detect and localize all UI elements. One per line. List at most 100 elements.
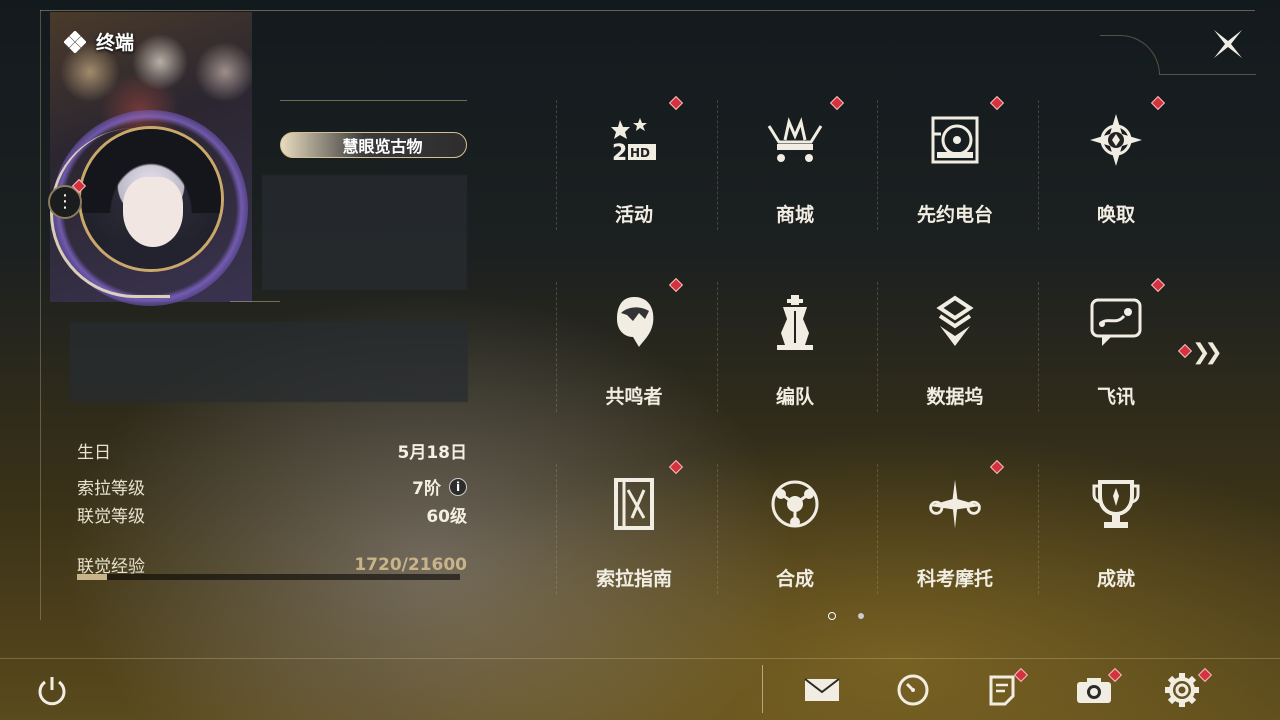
motorbike-icon — [925, 474, 985, 534]
more-vertical-icon: ⋮ — [56, 191, 74, 212]
menu-item-label: 合成 — [775, 568, 814, 590]
close-button[interactable] — [1208, 24, 1248, 64]
menu-item-label: 活动 — [614, 204, 653, 226]
divider — [280, 100, 467, 101]
notes-button[interactable] — [980, 667, 1029, 712]
menu-item-badge — [668, 95, 684, 111]
achievement-trophy-icon — [1086, 474, 1146, 534]
union-exp-fill — [77, 574, 108, 580]
mail-icon — [804, 678, 840, 701]
menu-item-shop-cart[interactable]: 商城 — [717, 95, 855, 240]
radio-icon — [925, 110, 985, 170]
sola-level-value: 7阶 — [412, 479, 441, 499]
menu-item-label: 共鸣者 — [605, 386, 663, 408]
menu-item-label: 飞讯 — [1096, 386, 1135, 408]
menu-item-label: 科考摩托 — [916, 568, 993, 590]
union-exp-bar — [77, 574, 460, 580]
terminal-diamond-icon — [64, 30, 86, 53]
page-indicator — [828, 612, 864, 620]
menu-item-label: 唤取 — [1096, 204, 1135, 226]
menu-item-divider — [717, 282, 718, 412]
avatar[interactable] — [78, 126, 224, 272]
menu-item-guidebook[interactable]: 索拉指南 — [556, 459, 694, 604]
avatar-hair — [81, 129, 221, 213]
divider — [230, 301, 280, 302]
info-icon[interactable]: i — [449, 477, 467, 496]
menu-item-divider — [1038, 464, 1039, 594]
menu-item-motorbike[interactable]: 科考摩托 — [877, 459, 1015, 604]
frame-left-line — [40, 10, 41, 620]
menu-item-data-bank[interactable]: 数据坞 — [877, 282, 1015, 422]
gear-icon — [1165, 673, 1199, 707]
union-level-value: 60级 — [426, 507, 467, 527]
frame-top-line — [40, 10, 1255, 11]
menu-item-divider — [556, 464, 557, 594]
menu-item-team[interactable]: 编队 — [717, 282, 855, 422]
svg-text:HD: HD — [630, 146, 650, 160]
menu-item-divider — [877, 100, 878, 230]
settings-badge — [1197, 667, 1213, 683]
camera-button[interactable] — [1072, 667, 1123, 712]
title-chip[interactable]: 慧眼览古物 — [280, 132, 467, 158]
frame-right-line — [1160, 74, 1256, 75]
notes-icon — [989, 675, 1015, 706]
menu-item-label: 先约电台 — [916, 204, 993, 226]
power-icon — [38, 677, 66, 706]
menu-item-divider — [877, 282, 878, 412]
power-button[interactable] — [30, 668, 74, 712]
stat-union-level: 联觉等级 60级 — [77, 502, 467, 527]
message-icon — [1086, 292, 1146, 352]
menu-item-label: 成就 — [1096, 568, 1135, 590]
clock-icon — [897, 674, 929, 706]
stat-sola-level: 索拉等级 7阶 i — [77, 474, 467, 499]
menu-item-badge — [668, 459, 684, 475]
menu-item-label: 编队 — [775, 386, 814, 408]
resonator-icon — [604, 292, 664, 352]
sola-level-value-group: 7阶 i — [412, 474, 467, 499]
birthday-label: 生日 — [77, 443, 111, 463]
data-bank-icon — [925, 292, 985, 352]
menu-item-badge — [668, 277, 684, 293]
menu-item-message[interactable]: 飞讯 — [1038, 277, 1176, 422]
bottom-bar-separator — [762, 665, 763, 713]
page-dot[interactable] — [858, 613, 864, 619]
clock-button[interactable] — [891, 668, 935, 712]
menu-item-divider — [1038, 100, 1039, 230]
menu-item-divider — [877, 464, 878, 594]
camera-icon — [1077, 678, 1111, 703]
shop-cart-icon — [765, 110, 825, 170]
menu-item-event-2hd[interactable]: 2 HD 活动 — [556, 95, 694, 240]
menu-item-badge — [989, 459, 1005, 475]
title-chip-label: 慧眼览古物 — [342, 137, 423, 156]
menu-item-convene[interactable]: 唤取 — [1038, 95, 1176, 240]
blurred-name-area — [262, 175, 467, 290]
menu-item-divider — [1038, 282, 1039, 412]
terminal-header: 终端 — [64, 28, 134, 55]
menu-item-resonator[interactable]: 共鸣者 — [556, 277, 694, 422]
page-dot-active[interactable] — [828, 612, 836, 620]
menu-item-achievement-trophy[interactable]: 成就 — [1038, 464, 1176, 604]
close-icon — [1214, 30, 1242, 58]
convene-icon — [1086, 110, 1146, 170]
mail-button[interactable] — [800, 668, 844, 712]
menu-item-divider — [556, 100, 557, 230]
next-page-badge — [1177, 343, 1193, 359]
settings-button[interactable] — [1160, 667, 1213, 712]
double-chevron-right-icon: ❯❯ — [1192, 340, 1223, 365]
synthesis-icon — [765, 474, 825, 534]
stat-birthday: 生日 5月18日 — [77, 438, 467, 463]
menu-item-divider — [717, 100, 718, 230]
menu-item-badge — [829, 95, 845, 111]
menu-item-label: 索拉指南 — [595, 568, 672, 590]
menu-item-badge — [989, 95, 1005, 111]
sola-level-label: 索拉等级 — [77, 479, 145, 499]
event-2hd-icon: 2 HD — [604, 110, 664, 170]
menu-item-synthesis[interactable]: 合成 — [717, 464, 855, 604]
next-page-button[interactable]: ❯❯ — [1177, 340, 1223, 365]
menu-item-radio[interactable]: 先约电台 — [877, 95, 1015, 240]
menu-item-badge — [1150, 95, 1166, 111]
union-level-label: 联觉等级 — [77, 507, 145, 527]
bottom-bar-line — [0, 658, 1280, 659]
team-icon — [765, 292, 825, 352]
menu-item-label: 商城 — [775, 204, 814, 226]
